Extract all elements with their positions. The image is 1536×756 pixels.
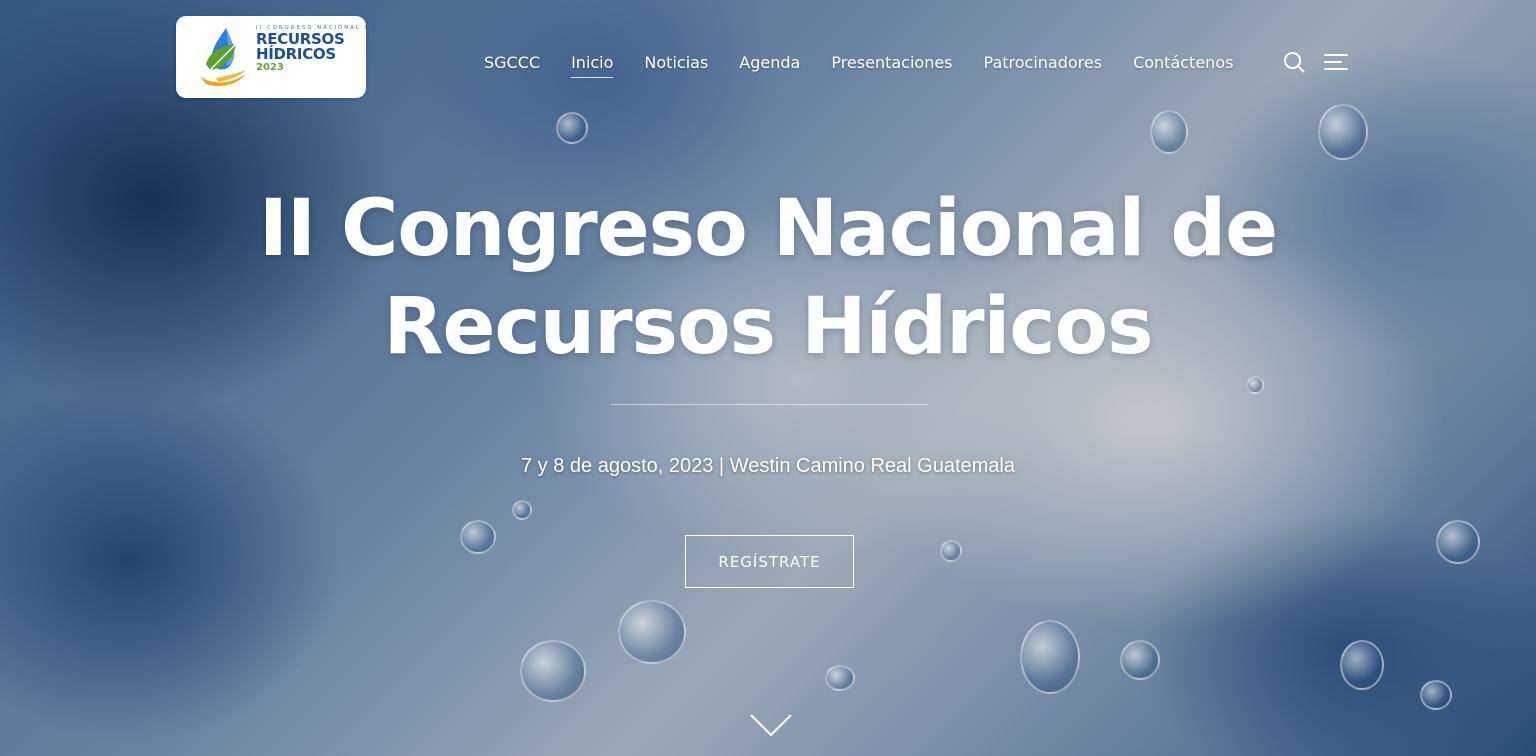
hero-divider [611,404,928,405]
main-navigation: SGCCC Inicio Noticias Agenda Presentacio… [484,50,1264,78]
water-droplet [556,112,588,144]
water-droplet [1150,110,1188,154]
nav-item-patrocinadores[interactable]: Patrocinadores [984,53,1103,72]
hero-background-overlay [0,0,1536,756]
nav-item-contactenos[interactable]: Contáctenos [1133,53,1233,72]
hero-title-line-2: Recursos Hídricos [383,282,1153,372]
logo-year: 2023 [256,62,284,73]
logo-text: II CONGRESO NACIONAL DE RECURSOS HÍDRICO… [256,25,374,74]
water-droplet [512,500,532,520]
logo-line-2: HÍDRICOS [256,45,336,63]
hero-title: II Congreso Nacional de Recursos Hídrico… [0,180,1536,376]
nav-item-noticias[interactable]: Noticias [644,53,708,72]
water-droplet [460,520,496,554]
hero-section: II CONGRESO NACIONAL DE RECURSOS HÍDRICO… [0,0,1536,756]
search-icon[interactable] [1282,50,1306,74]
water-droplet [940,540,962,562]
water-leaf-logo-icon [200,28,246,87]
water-droplet [825,665,855,691]
water-droplet [1318,104,1368,160]
hero-title-line-1: II Congreso Nacional de [258,184,1278,274]
water-droplet [1120,640,1160,680]
water-droplet [520,640,586,702]
water-droplet [1436,520,1480,564]
water-droplet [1340,640,1384,690]
chevron-down-icon[interactable] [749,712,793,738]
hamburger-menu-icon[interactable] [1324,50,1348,74]
water-droplet [1420,680,1452,710]
register-button[interactable]: REGÍSTRATE [685,535,854,588]
nav-item-presentaciones[interactable]: Presentaciones [831,53,952,72]
water-droplet [1246,376,1264,394]
hero-subtitle: 7 y 8 de agosto, 2023 | Westin Camino Re… [521,455,1015,477]
site-logo[interactable]: II CONGRESO NACIONAL DE RECURSOS HÍDRICO… [176,16,374,98]
nav-item-sgccc[interactable]: SGCCC [484,53,540,72]
water-droplet [1020,620,1080,694]
nav-item-inicio[interactable]: Inicio [571,53,614,78]
nav-item-agenda[interactable]: Agenda [739,53,800,72]
water-droplet [618,600,686,664]
